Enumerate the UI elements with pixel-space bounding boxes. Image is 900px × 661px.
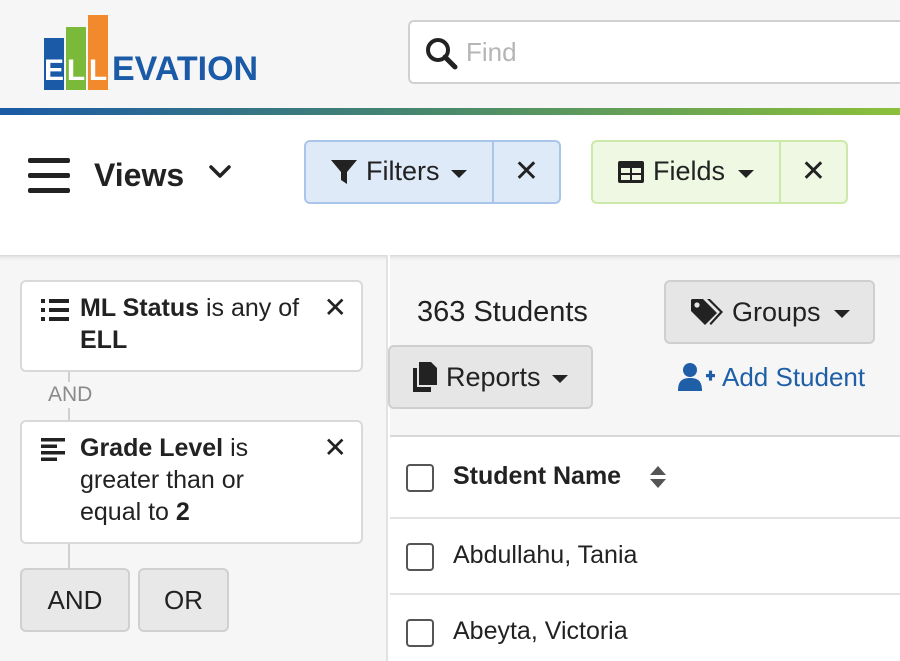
views-toolbar: Views Filters ✕ Fields ✕ [0, 115, 900, 255]
fields-button-group: Fields ✕ [591, 140, 848, 204]
filter-condition-text: ML Status is any of ELL [80, 294, 300, 354]
user-plus-icon [678, 363, 715, 391]
filter-condition-text: Grade Level is greater than or equal to … [80, 434, 249, 526]
filters-button-group: Filters ✕ [304, 140, 561, 204]
groups-label: Groups [732, 297, 821, 327]
search-box[interactable] [408, 20, 900, 84]
connector-line [68, 544, 70, 568]
search-icon [426, 38, 458, 70]
caret-down-icon [738, 170, 754, 178]
add-student-link[interactable]: Add Student [678, 359, 865, 395]
row-checkbox[interactable] [406, 619, 434, 647]
column-header-student-name[interactable]: Student Name [453, 459, 621, 493]
views-dropdown-label[interactable]: Views [94, 153, 184, 197]
caret-down-icon [451, 170, 467, 178]
close-icon: ✕ [800, 155, 827, 188]
reports-label: Reports [446, 362, 541, 392]
table-icon [618, 161, 644, 183]
clear-fields-button[interactable]: ✕ [779, 142, 846, 202]
students-table: Student Name Abdullahu, Tania Abeyta, Vi… [390, 435, 900, 661]
table-row[interactable]: Abdullahu, Tania [390, 519, 900, 595]
fields-label: Fields [653, 156, 726, 186]
filter-condition[interactable]: Grade Level is greater than or equal to … [20, 420, 363, 544]
student-name-cell[interactable]: Abeyta, Victoria [453, 614, 628, 648]
sort-icon[interactable] [648, 463, 668, 491]
add-student-label: Add Student [722, 362, 866, 392]
groups-button[interactable]: Groups [664, 280, 875, 344]
remove-condition-button[interactable]: ✕ [324, 434, 347, 462]
reports-button[interactable]: Reports [388, 345, 593, 409]
ellevation-logo[interactable]: E L L EVATION [44, 0, 274, 108]
filter-condition[interactable]: ML Status is any of ELL ✕ [20, 280, 363, 372]
search-input[interactable] [466, 32, 886, 72]
header-accent-bar [0, 108, 900, 115]
chevron-down-icon[interactable] [206, 157, 234, 185]
close-icon: ✕ [513, 155, 540, 188]
filter-icon [331, 160, 357, 184]
remove-condition-button[interactable]: ✕ [324, 294, 347, 322]
app-header: E L L EVATION [0, 0, 900, 108]
menu-icon[interactable] [28, 158, 70, 194]
select-all-checkbox[interactable] [406, 464, 434, 492]
list-icon [41, 299, 69, 321]
row-checkbox[interactable] [406, 543, 434, 571]
caret-down-icon [552, 375, 568, 383]
filters-label: Filters [366, 156, 440, 186]
fields-button[interactable]: Fields [593, 142, 779, 202]
clear-filters-button[interactable]: ✕ [492, 142, 559, 202]
tags-icon [691, 299, 723, 325]
table-row[interactable]: Abeyta, Victoria [390, 595, 900, 661]
caret-down-icon [834, 310, 850, 318]
add-and-condition-button[interactable]: AND [20, 568, 130, 632]
align-left-icon [41, 438, 65, 461]
student-name-cell[interactable]: Abdullahu, Tania [453, 538, 637, 572]
filter-joiner-label: AND [46, 382, 95, 408]
filters-button[interactable]: Filters [306, 142, 492, 202]
add-or-condition-button[interactable]: OR [138, 568, 229, 632]
student-count: 363 Students [417, 296, 588, 328]
copy-icon [413, 362, 437, 392]
table-header-row: Student Name [390, 437, 900, 519]
